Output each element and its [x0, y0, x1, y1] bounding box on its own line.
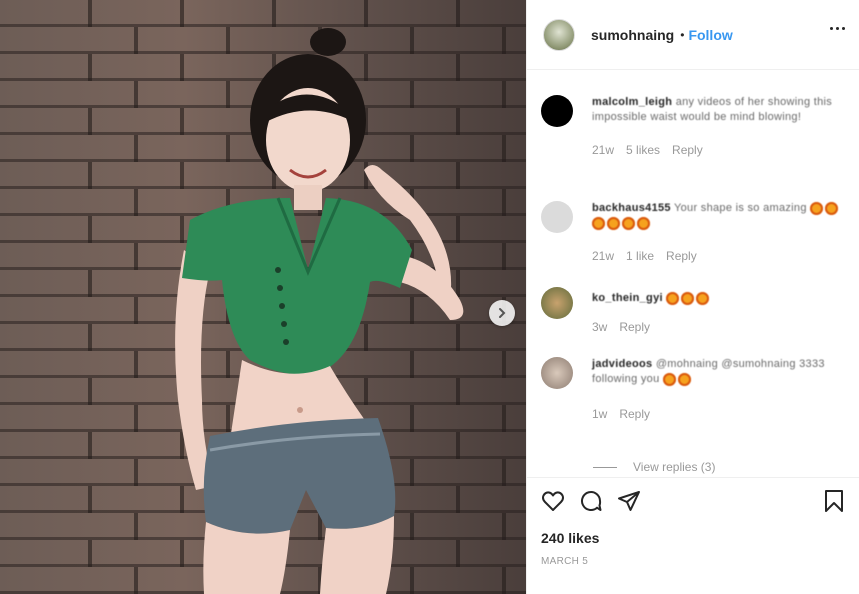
more-options-icon[interactable] [830, 27, 845, 30]
emoji-icon [825, 201, 839, 215]
comment-item: ko_thein_gyi 3w Reply [541, 287, 841, 334]
comment-item: backhaus4155 Your shape is so amazing 21… [541, 201, 841, 263]
post-header: sumohnaing • Follow [527, 0, 859, 70]
comment-meta: 21w 5 likes Reply [592, 143, 841, 157]
emoji-icon [666, 291, 680, 305]
share-icon[interactable] [617, 489, 641, 513]
comment-body: Your shape is so amazing [674, 202, 807, 214]
emoji-icon [622, 216, 635, 230]
emoji-icon [607, 216, 620, 230]
commenter-username[interactable]: malcolm_leigh [592, 96, 672, 108]
emoji-icon [696, 291, 710, 305]
replies-divider [593, 466, 617, 468]
separator-dot: • [680, 27, 685, 42]
reply-button[interactable]: Reply [619, 407, 650, 421]
comment-meta: 21w 1 like Reply [592, 249, 841, 263]
comment-likes-link[interactable]: 5 likes [626, 143, 660, 157]
comment-text: malcolm_leigh any videos of her showing … [592, 95, 841, 125]
commenter-username[interactable]: jadvideoos [592, 358, 652, 370]
likes-count[interactable]: 240 likes [541, 530, 845, 546]
comment-age: 21w [592, 249, 615, 263]
action-icons [541, 488, 845, 514]
commenter-avatar[interactable] [541, 95, 573, 127]
comment-age: 21w [592, 143, 615, 157]
emoji-icon [677, 372, 691, 386]
commenter-avatar[interactable] [541, 357, 573, 389]
chevron-right-icon [499, 308, 506, 318]
heart-icon[interactable] [541, 489, 565, 513]
comment-age: 1w [592, 407, 608, 421]
commenter-username[interactable]: ko_thein_gyi [592, 292, 663, 304]
view-replies-button[interactable]: View replies (3) [593, 460, 715, 474]
reply-button[interactable]: Reply [619, 320, 650, 334]
person-figure [175, 28, 464, 594]
commenter-avatar[interactable] [541, 287, 573, 319]
post-sidebar: sumohnaing • Follow malcolm_leigh any vi… [526, 0, 859, 594]
comment-item: malcolm_leigh any videos of her showing … [541, 95, 841, 157]
commenter-username[interactable]: backhaus4155 [592, 202, 671, 214]
comment-meta: 3w Reply [592, 320, 841, 334]
reply-button[interactable]: Reply [672, 143, 703, 157]
emoji-icon [810, 201, 824, 215]
post-photo[interactable] [0, 0, 526, 594]
emoji-icon [662, 372, 676, 386]
comment-text: jadvideoos @mohnaing @sumohnaing 3333 fo… [592, 357, 841, 387]
post-actions: 240 likes MARCH 5 [527, 477, 859, 567]
bookmark-icon[interactable] [823, 489, 845, 513]
comment-item: jadvideoos @mohnaing @sumohnaing 3333 fo… [541, 357, 841, 421]
reply-button[interactable]: Reply [666, 249, 697, 263]
view-replies-label: View replies (3) [633, 460, 716, 474]
post-date: MARCH 5 [541, 556, 589, 567]
comment-icon[interactable] [579, 489, 603, 513]
comments-list: malcolm_leigh any videos of her showing … [527, 71, 859, 476]
emoji-icon [681, 291, 695, 305]
avatar[interactable] [543, 18, 575, 51]
comment-age: 3w [592, 320, 608, 334]
next-photo-button[interactable] [489, 300, 515, 326]
comment-meta: 1w Reply [592, 407, 841, 421]
username-link[interactable]: sumohnaing [591, 27, 674, 43]
comment-likes-link[interactable]: 1 like [626, 249, 654, 263]
emoji-icon [592, 216, 605, 230]
comment-text: backhaus4155 Your shape is so amazing [592, 201, 841, 231]
comment-text: ko_thein_gyi [592, 287, 841, 306]
follow-button[interactable]: Follow [688, 27, 732, 43]
emoji-icon [637, 216, 650, 230]
commenter-avatar[interactable] [541, 201, 573, 233]
